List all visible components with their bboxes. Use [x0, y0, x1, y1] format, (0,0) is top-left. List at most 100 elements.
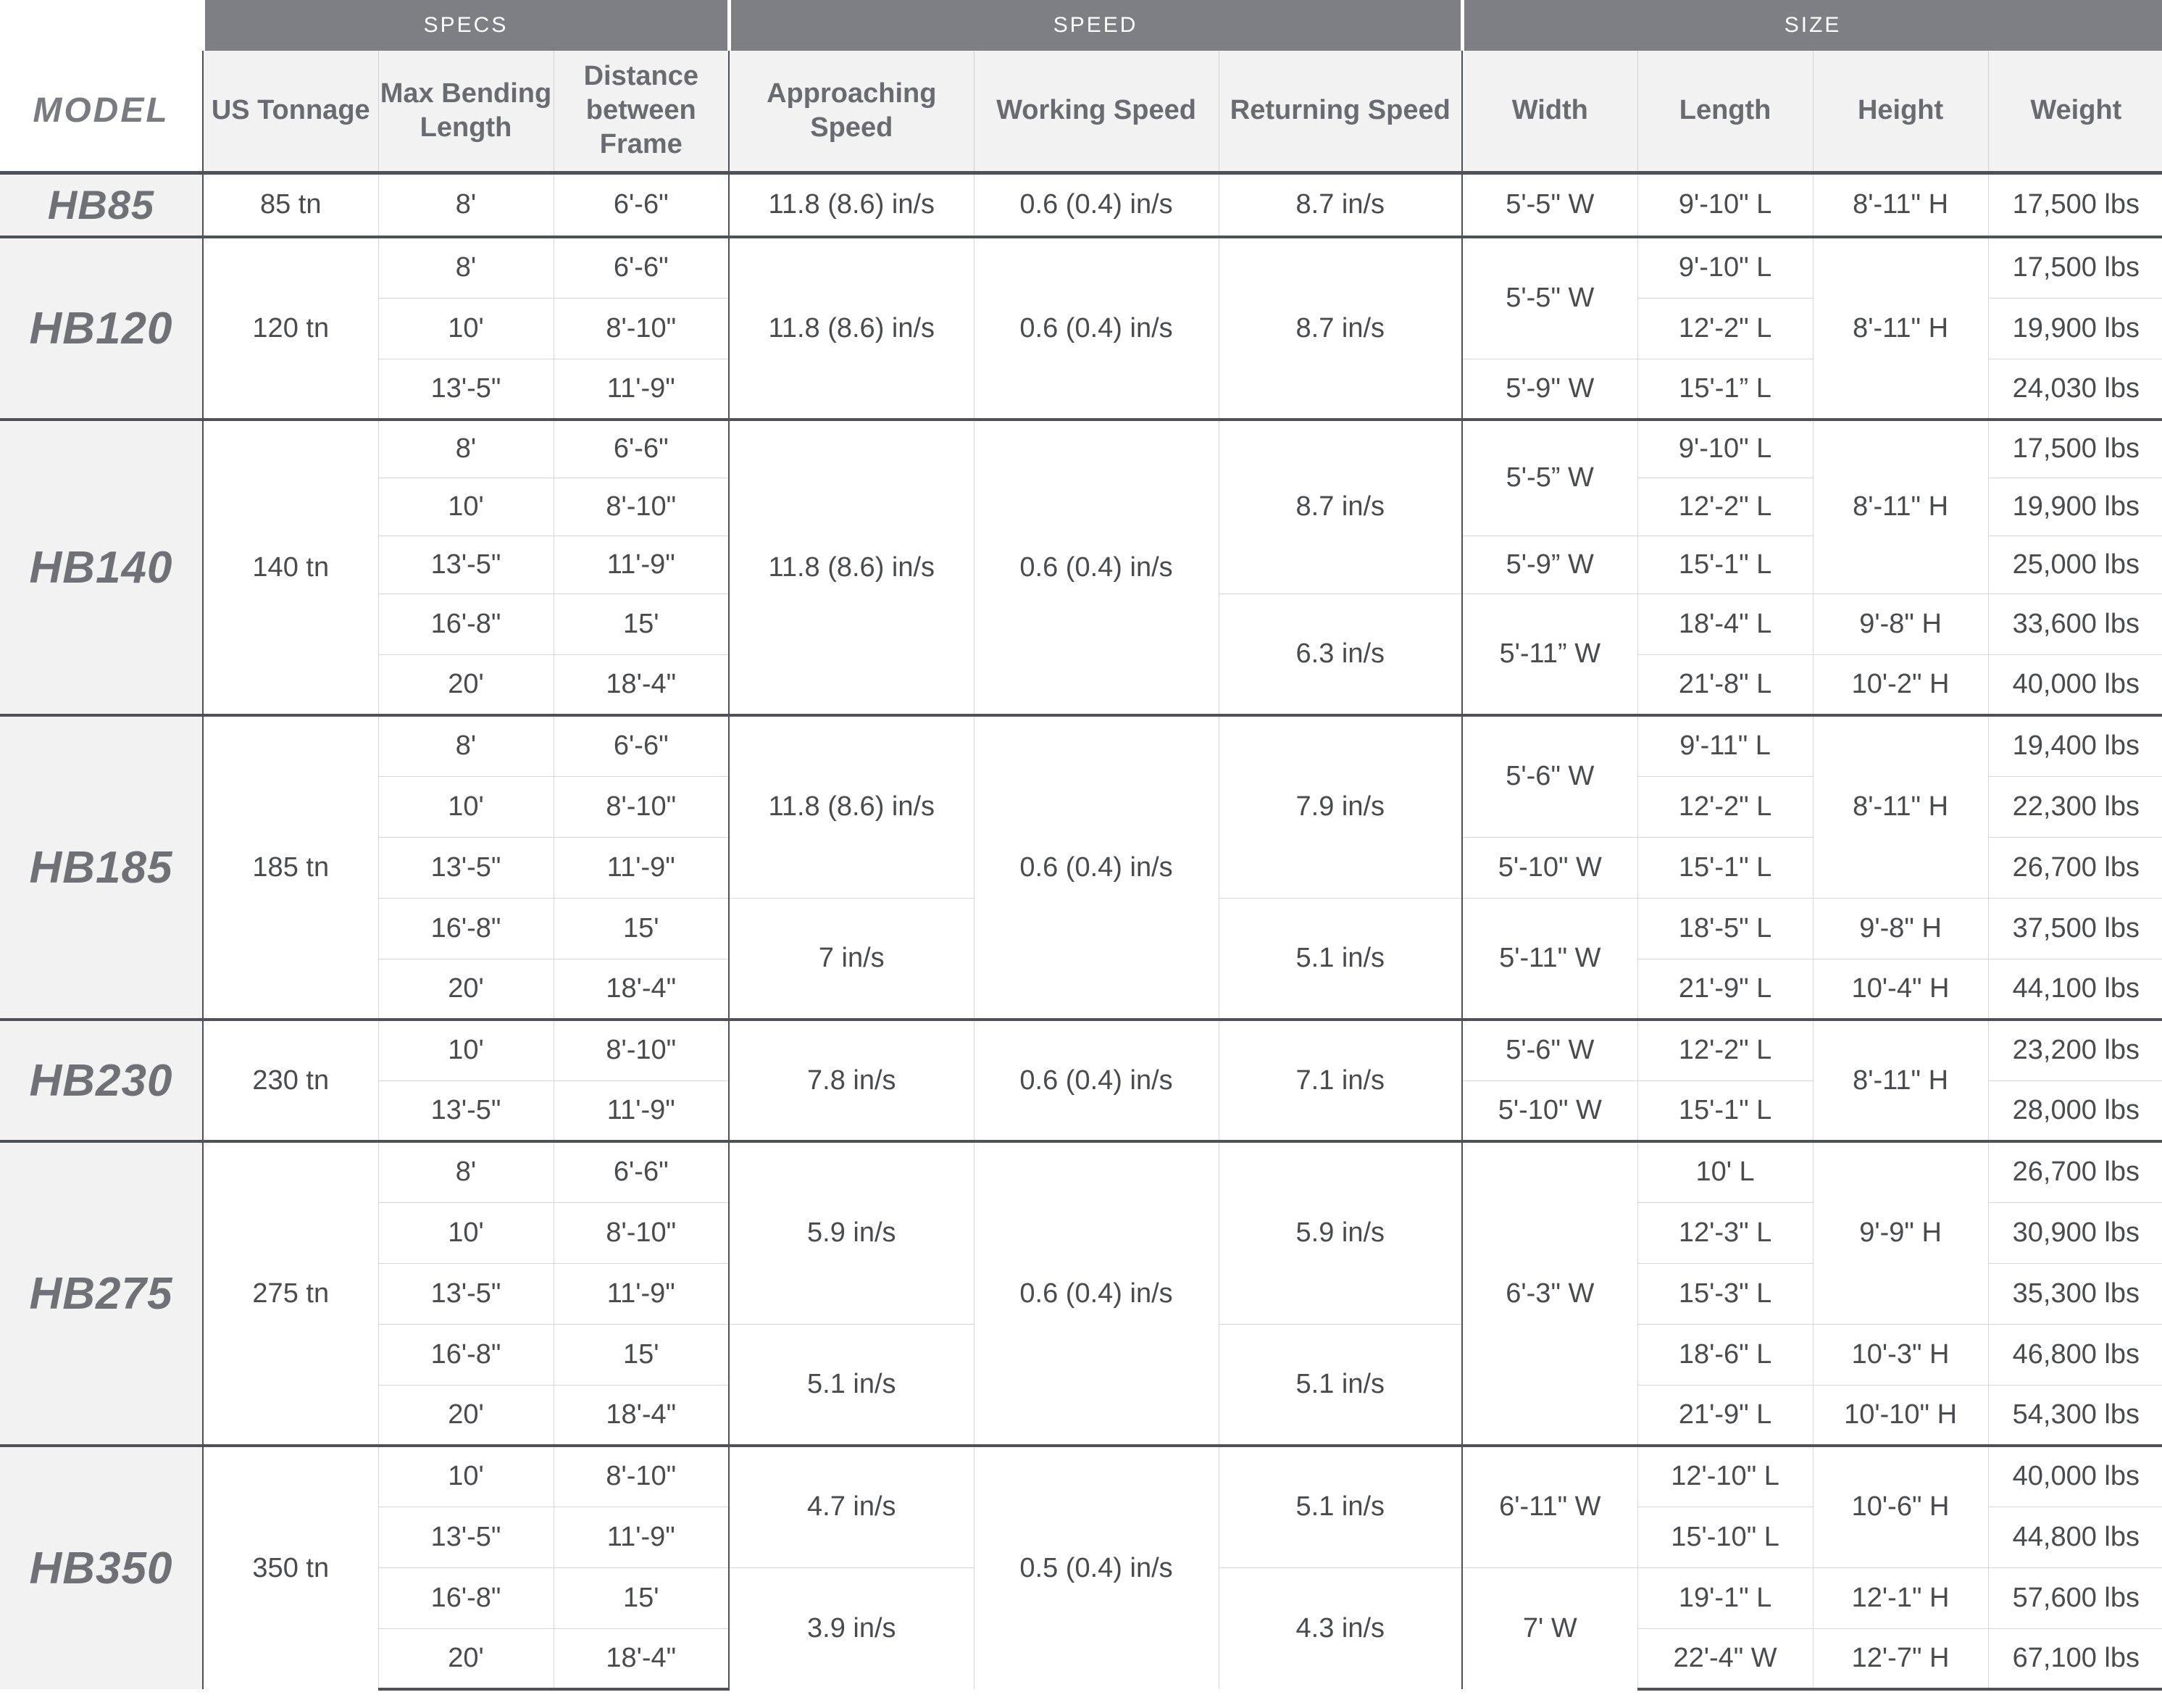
bending-length-cell: 20': [377, 1384, 554, 1446]
frame-distance-cell: 18'-4": [553, 958, 730, 1020]
width-cell: 5'-9” W: [1461, 535, 1638, 593]
spec-table: SPECS SPEED SIZE MODEL US Tonnage Max Be…: [0, 0, 2162, 1691]
frame-distance-cell: 6'-6": [553, 714, 730, 776]
bending-length-cell: 10': [377, 297, 554, 359]
returning-speed-cell: 8.7 in/s: [1218, 418, 1463, 593]
length-cell: 21'-9" L: [1637, 958, 1814, 1020]
tonnage-cell: 120 tn: [202, 236, 378, 420]
frame-distance-cell: 11'-9": [553, 1080, 730, 1141]
frame-distance-cell: 15': [553, 1323, 730, 1385]
width-cell: 6'-3" W: [1461, 1140, 1638, 1446]
frame-distance-cell: 15': [553, 1567, 730, 1628]
length-cell: 18'-5" L: [1637, 897, 1814, 959]
length-cell: 22'-4" W: [1637, 1628, 1814, 1691]
frame-distance-cell: 8'-10": [553, 775, 730, 837]
approaching-speed-cell: 7.8 in/s: [728, 1018, 974, 1141]
width-cell: 5'-9" W: [1461, 358, 1638, 420]
returning-speed-cell: 4.3 in/s: [1218, 1567, 1463, 1689]
width-cell: 5'-10" W: [1461, 836, 1638, 898]
height-cell: 10'-6" H: [1812, 1444, 1989, 1567]
approaching-speed-cell: 5.1 in/s: [728, 1323, 974, 1446]
bending-length-cell: 16'-8": [377, 1567, 554, 1628]
length-cell: 12'-3" L: [1637, 1201, 1814, 1263]
length-cell: 19'-1" L: [1637, 1567, 1814, 1628]
approaching-speed-cell: 11.8 (8.6) in/s: [728, 418, 974, 715]
length-column-header: Length: [1637, 51, 1814, 175]
bending-length-cell: 8': [377, 1140, 554, 1202]
weight-cell: 33,600 lbs: [1987, 593, 2162, 654]
width-cell: 5'-10" W: [1461, 1080, 1638, 1141]
returning-speed-cell: 8.7 in/s: [1218, 236, 1463, 420]
height-cell: 10'-10" H: [1812, 1384, 1989, 1446]
working-speed-cell: 0.5 (0.4) in/s: [973, 1444, 1219, 1689]
model-name: HB140: [0, 418, 203, 715]
length-cell: 9'-11" L: [1637, 714, 1814, 776]
height-cell: 8'-11" H: [1812, 171, 1989, 237]
bending-length-cell: 8': [377, 236, 554, 298]
corner-blank: [0, 0, 203, 51]
bending-length-cell: 8': [377, 714, 554, 776]
width-cell: 5'-11" W: [1461, 897, 1638, 1020]
frame-distance-cell: 11'-9": [553, 358, 730, 420]
bending-length-cell: 10': [377, 1444, 554, 1507]
frame-distance-column-header: Distance between Frame: [553, 51, 730, 175]
height-cell: 10'-4" H: [1812, 958, 1989, 1020]
weight-cell: 28,000 lbs: [1987, 1080, 2162, 1141]
height-cell: 10'-2" H: [1812, 654, 1989, 715]
length-cell: 12'-2" L: [1637, 297, 1814, 359]
length-cell: 12'-10" L: [1637, 1444, 1814, 1507]
table-row: HB85 85 tn 8' 6'-6" 11.8 (8.6) in/s 0.6 …: [0, 171, 2162, 237]
height-cell: 12'-1" H: [1812, 1567, 1989, 1628]
bending-length-cell: 10': [377, 1201, 554, 1263]
length-cell: 9'-10" L: [1637, 236, 1814, 298]
weight-cell: 40,000 lbs: [1987, 1444, 2162, 1507]
width-cell: 6'-11" W: [1461, 1444, 1638, 1567]
bending-length-cell: 8': [377, 418, 554, 478]
tonnage-cell: 230 tn: [202, 1018, 378, 1141]
bending-length-cell: 20': [377, 958, 554, 1020]
length-cell: 15'-1" L: [1637, 836, 1814, 898]
group-header-speed: SPEED: [727, 0, 1464, 51]
length-cell: 15'-3" L: [1637, 1262, 1814, 1324]
height-column-header: Height: [1812, 51, 1989, 175]
width-column-header: Width: [1461, 51, 1638, 175]
bending-length-cell: 13'-5": [377, 1262, 554, 1324]
bending-length-cell: 20': [377, 654, 554, 715]
table-row: HB275 275 tn 8' 6'-6" 5.9 in/s 0.6 (0.4)…: [0, 1140, 2162, 1446]
approaching-speed-cell: 11.8 (8.6) in/s: [728, 714, 974, 898]
tonnage-cell: 350 tn: [202, 1444, 378, 1689]
height-cell: 9'-8" H: [1812, 593, 1989, 654]
weight-cell: 26,700 lbs: [1987, 1140, 2162, 1202]
weight-column-header: Weight: [1987, 51, 2162, 175]
width-cell: 5'-11” W: [1461, 593, 1638, 715]
returning-speed-cell: 6.3 in/s: [1218, 593, 1463, 715]
frame-distance-cell: 18'-4": [553, 1384, 730, 1446]
weight-cell: 30,900 lbs: [1987, 1201, 2162, 1263]
model-name: HB230: [0, 1018, 203, 1141]
tonnage-cell: 140 tn: [202, 418, 378, 715]
approaching-speed-cell: 4.7 in/s: [728, 1444, 974, 1567]
weight-cell: 37,500 lbs: [1987, 897, 2162, 959]
returning-speed-cell: 5.1 in/s: [1218, 1444, 1463, 1567]
working-speed-cell: 0.6 (0.4) in/s: [973, 418, 1219, 715]
returning-speed-cell: 7.1 in/s: [1218, 1018, 1463, 1141]
weight-cell: 67,100 lbs: [1987, 1628, 2162, 1691]
length-cell: 12'-2" L: [1637, 775, 1814, 837]
length-cell: 10' L: [1637, 1140, 1814, 1202]
frame-distance-cell: 18'-4": [553, 1628, 730, 1691]
weight-cell: 40,000 lbs: [1987, 654, 2162, 715]
bending-length-cell: 20': [377, 1628, 554, 1691]
weight-cell: 54,300 lbs: [1987, 1384, 2162, 1446]
height-cell: 8'-11" H: [1812, 1018, 1989, 1141]
width-cell: 5'-6" W: [1461, 1018, 1638, 1080]
returning-speed-cell: 5.9 in/s: [1218, 1140, 1463, 1324]
width-cell: 5'-5” W: [1461, 418, 1638, 536]
weight-cell: 17,500 lbs: [1987, 418, 2162, 478]
approaching-speed-cell: 3.9 in/s: [728, 1567, 974, 1689]
frame-distance-cell: 15': [553, 593, 730, 654]
weight-cell: 46,800 lbs: [1987, 1323, 2162, 1385]
bending-length-cell: 13'-5": [377, 358, 554, 420]
weight-cell: 23,200 lbs: [1987, 1018, 2162, 1080]
height-cell: 9'-8" H: [1812, 897, 1989, 959]
working-speed-cell: 0.6 (0.4) in/s: [973, 171, 1219, 237]
